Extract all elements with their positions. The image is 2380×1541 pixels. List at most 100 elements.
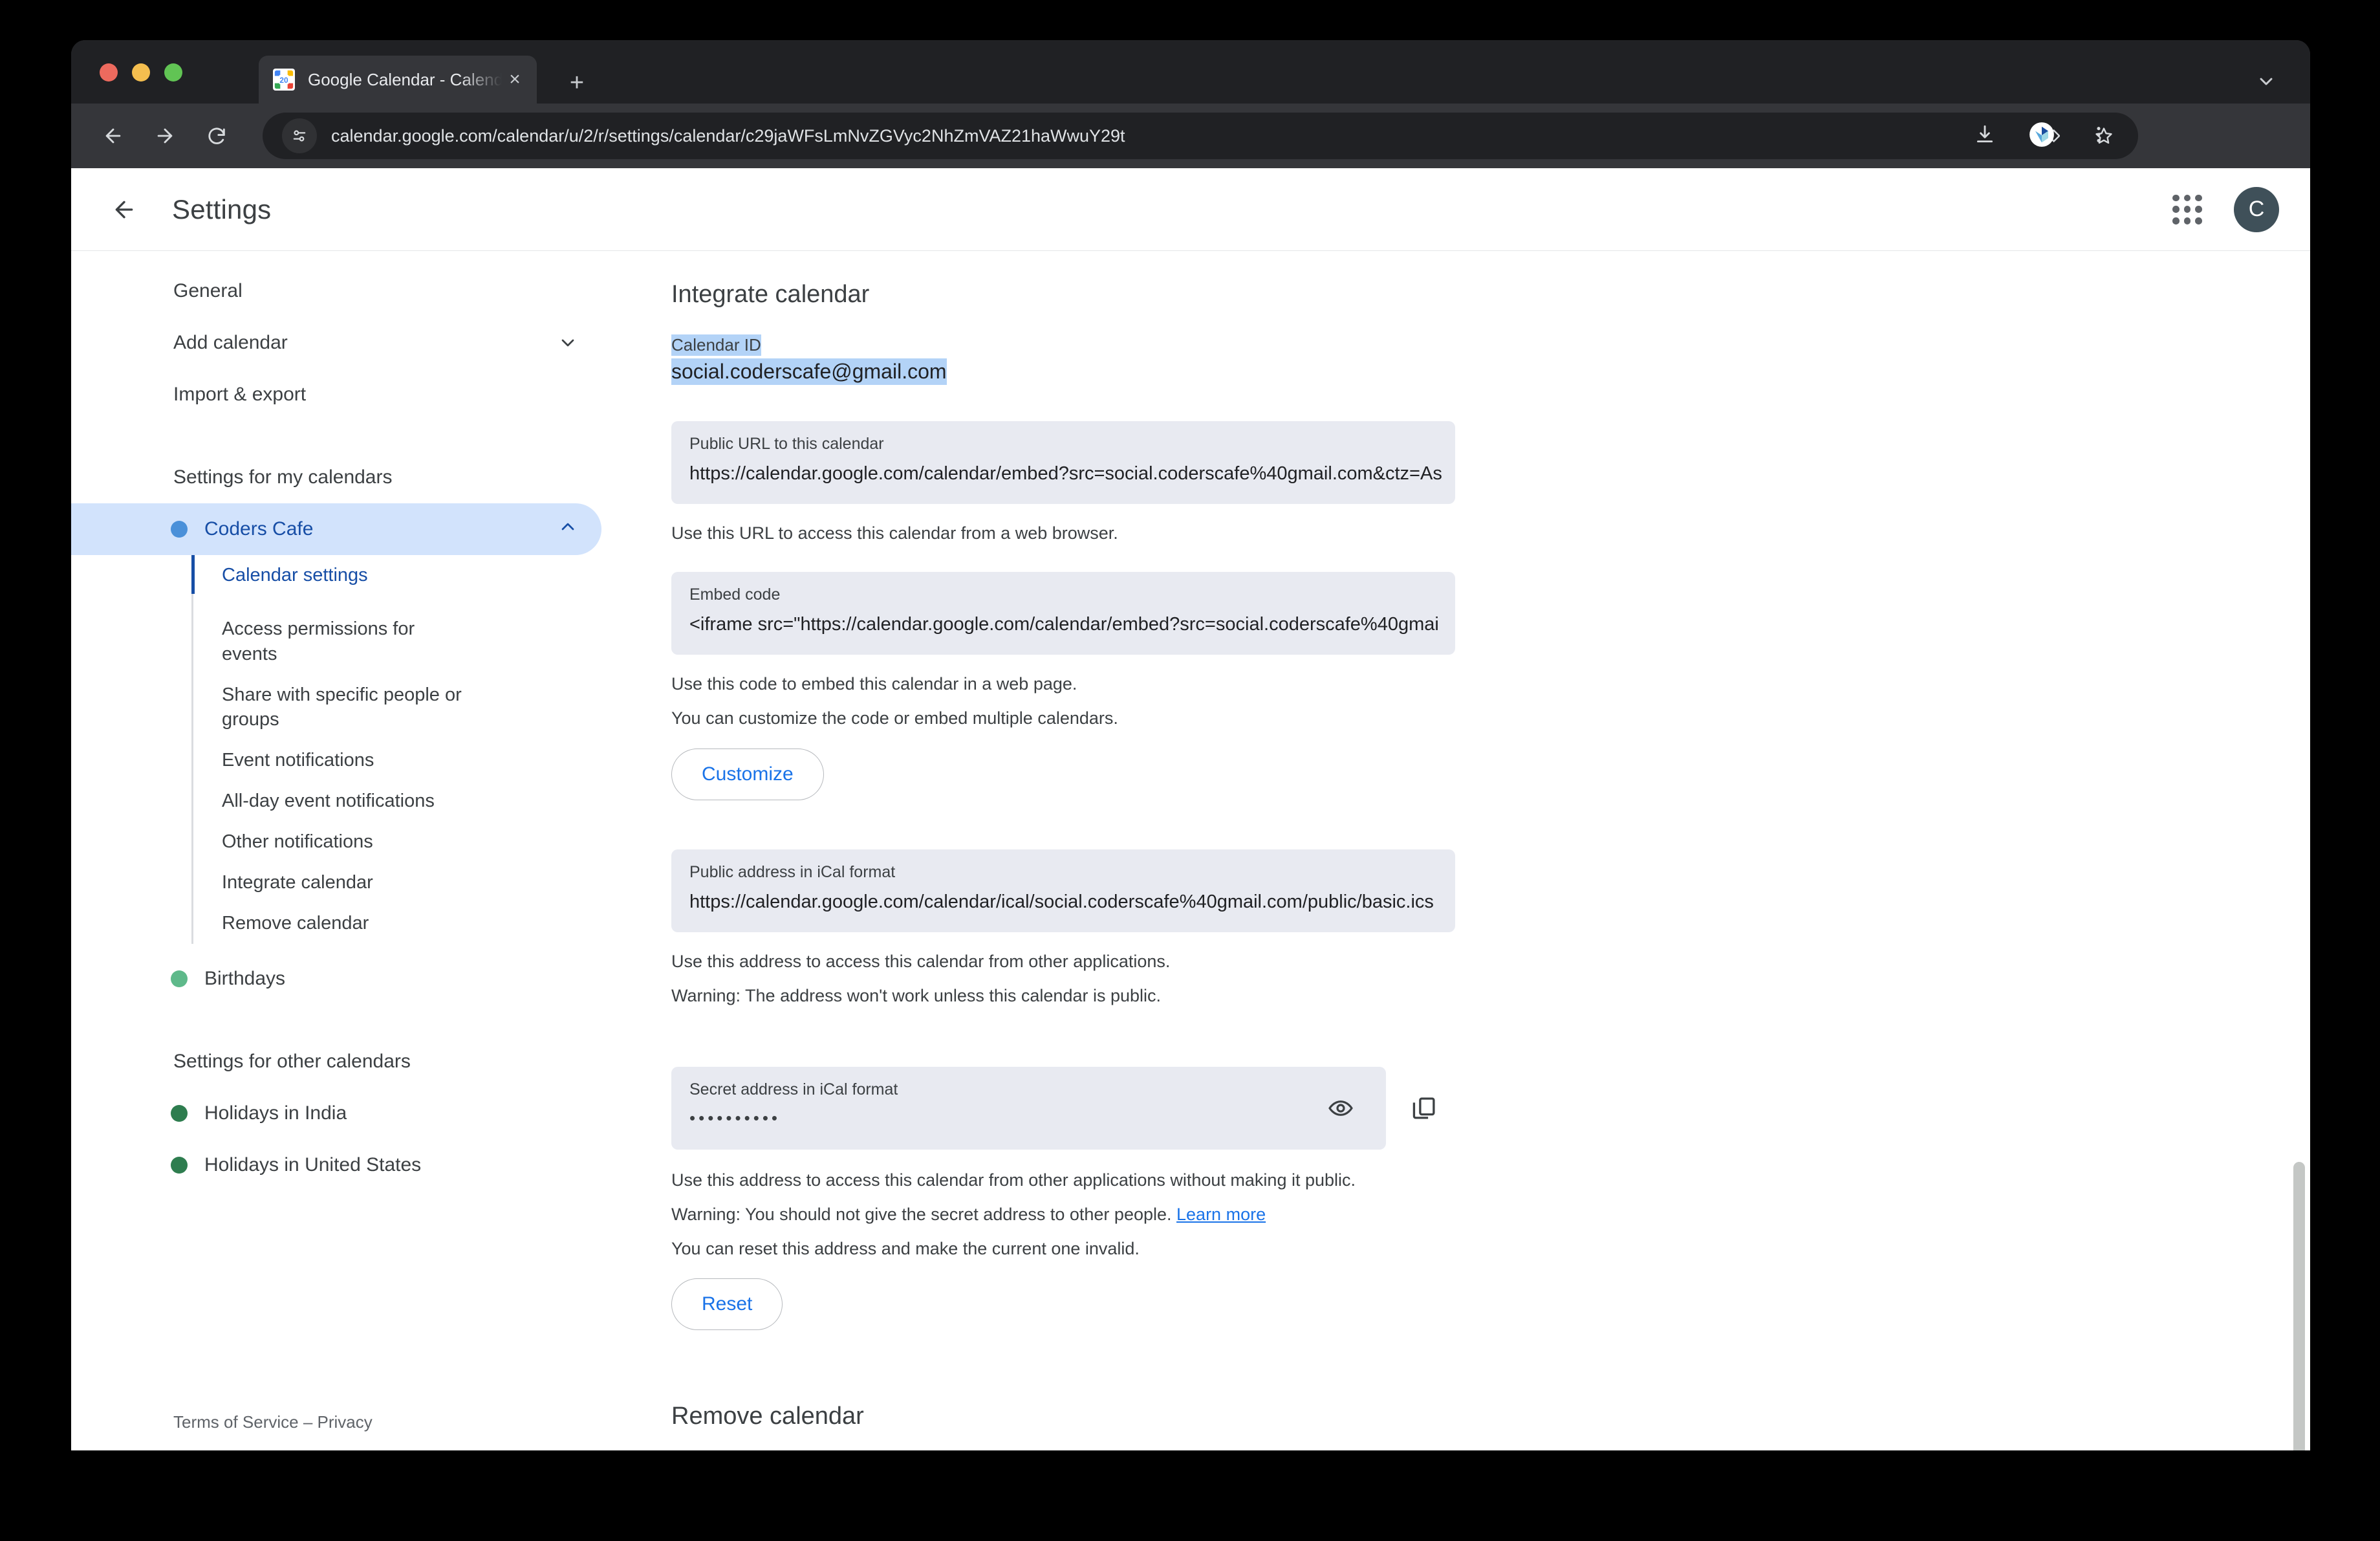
tab-strip: 20 Google Calendar - Calendar s × +	[71, 40, 2310, 104]
calendar-id-label: Calendar ID	[671, 334, 761, 356]
page-scrollbar[interactable]	[2288, 334, 2310, 1450]
forward-arrow-icon[interactable]	[146, 117, 184, 155]
section-title-integrate-calendar: Integrate calendar	[671, 281, 870, 308]
sidebar-item-label: Add calendar	[173, 332, 288, 353]
copy-icon[interactable]	[1404, 1088, 1444, 1128]
sidebar-item-add-calendar[interactable]: Add calendar	[71, 317, 601, 369]
secret-ical-helper-3: You can reset this address and make the …	[671, 1239, 1140, 1259]
embed-code-helper-2: You can customize the code or embed mult…	[671, 708, 1118, 728]
settings-sidebar: General Add calendar Import & export Set…	[71, 251, 601, 1450]
avatar[interactable]: C	[2234, 186, 2279, 232]
app-header: Settings C	[71, 168, 2310, 251]
calendar-id-block: Calendar ID social.coderscafe@gmail.com	[671, 334, 1467, 386]
close-window-button[interactable]	[100, 63, 118, 82]
sidebar-item-event-notifications[interactable]: Event notifications	[193, 740, 601, 781]
sidebar-item-label: Coders Cafe	[204, 518, 314, 540]
public-url-helper: Use this URL to access this calendar fro…	[671, 523, 1118, 543]
site-settings-icon[interactable]	[282, 118, 317, 153]
svg-text:20: 20	[279, 76, 288, 85]
secret-ical-label: Secret address in iCal format	[689, 1080, 898, 1098]
secret-ical-row: Secret address in iCal format ••••••••••	[671, 1066, 1467, 1150]
three-dot-menu-icon[interactable]	[2081, 117, 2116, 152]
secret-ical-helper-2: Warning: You should not give the secret …	[671, 1202, 1467, 1227]
learn-more-link[interactable]: Learn more	[1176, 1205, 1266, 1224]
sidebar-item-label: Holidays in United States	[204, 1153, 422, 1175]
sidebar-item-access-permissions[interactable]: Access permissions for events	[193, 609, 471, 675]
sidebar-item-label: Birthdays	[204, 967, 286, 989]
header-actions: C	[2167, 186, 2279, 232]
secret-ical-helper-1: Use this address to access this calendar…	[671, 1170, 1356, 1190]
sidebar-item-holidays-us[interactable]: Holidays in United States	[71, 1139, 601, 1191]
reset-button[interactable]: Reset	[671, 1278, 783, 1331]
page-viewport: Settings C General Add calendar Import &…	[71, 168, 2310, 1450]
sidebar-item-birthdays[interactable]: Birthdays	[71, 953, 601, 1005]
page-title: Settings	[172, 193, 272, 224]
embed-code-field[interactable]: Embed code <iframe src="https://calendar…	[671, 572, 1455, 655]
public-ical-label: Public address in iCal format	[689, 862, 896, 881]
chevron-up-icon	[557, 516, 578, 542]
settings-main: Integrate calendar Calendar ID social.co…	[601, 251, 2310, 1450]
calendar-id-value[interactable]: social.coderscafe@gmail.com	[671, 358, 947, 386]
calendar-sub-nav: Calendar settings Access permissions for…	[191, 555, 601, 944]
sidebar-heading-other-calendars: Settings for other calendars	[173, 1050, 411, 1072]
public-url-label: Public URL to this calendar	[689, 435, 884, 454]
close-tab-button[interactable]: ×	[502, 67, 528, 93]
secret-ical-warning-text: Warning: You should not give the secret …	[671, 1204, 1177, 1224]
sidebar-item-integrate-calendar[interactable]: Integrate calendar	[193, 862, 601, 903]
browser-window: 20 Google Calendar - Calendar s × +	[71, 40, 2310, 1450]
public-ical-helper-2: Warning: The address won't work unless t…	[671, 985, 1162, 1005]
maximize-window-button[interactable]	[164, 63, 182, 82]
back-arrow-icon[interactable]	[101, 186, 147, 233]
toolbar-actions	[1967, 117, 2116, 152]
sidebar-item-allday-notifications[interactable]: All-day event notifications	[193, 781, 601, 822]
embed-code-label: Embed code	[689, 585, 781, 604]
sidebar-item-other-notifications[interactable]: Other notifications	[193, 822, 601, 862]
public-ical-field[interactable]: Public address in iCal format https://ca…	[671, 849, 1455, 932]
sidebar-item-import-export[interactable]: Import & export	[71, 369, 601, 421]
minimize-window-button[interactable]	[132, 63, 150, 82]
reload-icon[interactable]	[198, 117, 235, 155]
calendar-color-dot	[171, 521, 188, 538]
sidebar-item-share-with-people[interactable]: Share with specific people or groups	[193, 675, 491, 741]
public-url-field[interactable]: Public URL to this calendar https://cale…	[671, 421, 1455, 505]
browser-toolbar: calendar.google.com/calendar/u/2/r/setti…	[71, 104, 2310, 168]
sidebar-item-holidays-india[interactable]: Holidays in India	[71, 1087, 601, 1139]
section-title-remove-calendar: Remove calendar	[671, 1403, 864, 1430]
eye-icon[interactable]	[1323, 1090, 1359, 1126]
new-tab-button[interactable]: +	[563, 69, 591, 97]
sidebar-item-general[interactable]: General	[71, 265, 601, 317]
chevron-down-icon	[557, 333, 578, 353]
secret-ical-value: ••••••••••	[689, 1108, 781, 1128]
sidebar-item-label: Import & export	[173, 384, 307, 405]
sidebar-item-label: General	[173, 280, 243, 301]
download-icon[interactable]	[1967, 117, 2002, 152]
public-ical-helper-1: Use this address to access this calendar…	[671, 951, 1171, 971]
secret-ical-field[interactable]: Secret address in iCal format ••••••••••	[671, 1066, 1386, 1150]
tab-title: Google Calendar - Calendar s	[308, 69, 502, 89]
chevron-down-icon[interactable]	[2252, 67, 2280, 96]
embed-code-helper-1: Use this code to embed this calendar in …	[671, 674, 1077, 694]
public-url-value: https://calendar.google.com/calendar/emb…	[689, 463, 1442, 485]
body-area: General Add calendar Import & export Set…	[71, 251, 2310, 1450]
profile-avatar-icon[interactable]	[2024, 117, 2059, 152]
google-calendar-favicon: 20	[273, 69, 295, 91]
sidebar-item-label: Holidays in India	[204, 1102, 347, 1124]
scrollbar-thumb[interactable]	[2293, 1162, 2305, 1450]
sidebar-item-remove-calendar[interactable]: Remove calendar	[193, 903, 601, 944]
embed-code-value: <iframe src="https://calendar.google.com…	[689, 614, 1439, 635]
window-controls	[100, 63, 182, 82]
footer-links[interactable]: Terms of Service – Privacy	[173, 1412, 373, 1432]
calendar-color-dot	[171, 1104, 188, 1122]
customize-button[interactable]: Customize	[671, 748, 824, 800]
calendar-color-dot	[171, 970, 188, 987]
browser-tab[interactable]: 20 Google Calendar - Calendar s ×	[259, 56, 537, 104]
sidebar-heading-my-calendars: Settings for my calendars	[173, 466, 393, 488]
sidebar-item-calendar-settings[interactable]: Calendar settings	[193, 555, 601, 596]
url-text: calendar.google.com/calendar/u/2/r/setti…	[331, 126, 1125, 146]
address-bar[interactable]: calendar.google.com/calendar/u/2/r/setti…	[263, 113, 2138, 159]
sidebar-item-coders-cafe[interactable]: Coders Cafe	[71, 503, 601, 555]
back-arrow-icon[interactable]	[94, 117, 132, 155]
calendar-color-dot	[171, 1156, 188, 1174]
apps-grid-icon[interactable]	[2167, 189, 2208, 230]
public-ical-value: https://calendar.google.com/calendar/ica…	[689, 891, 1434, 912]
